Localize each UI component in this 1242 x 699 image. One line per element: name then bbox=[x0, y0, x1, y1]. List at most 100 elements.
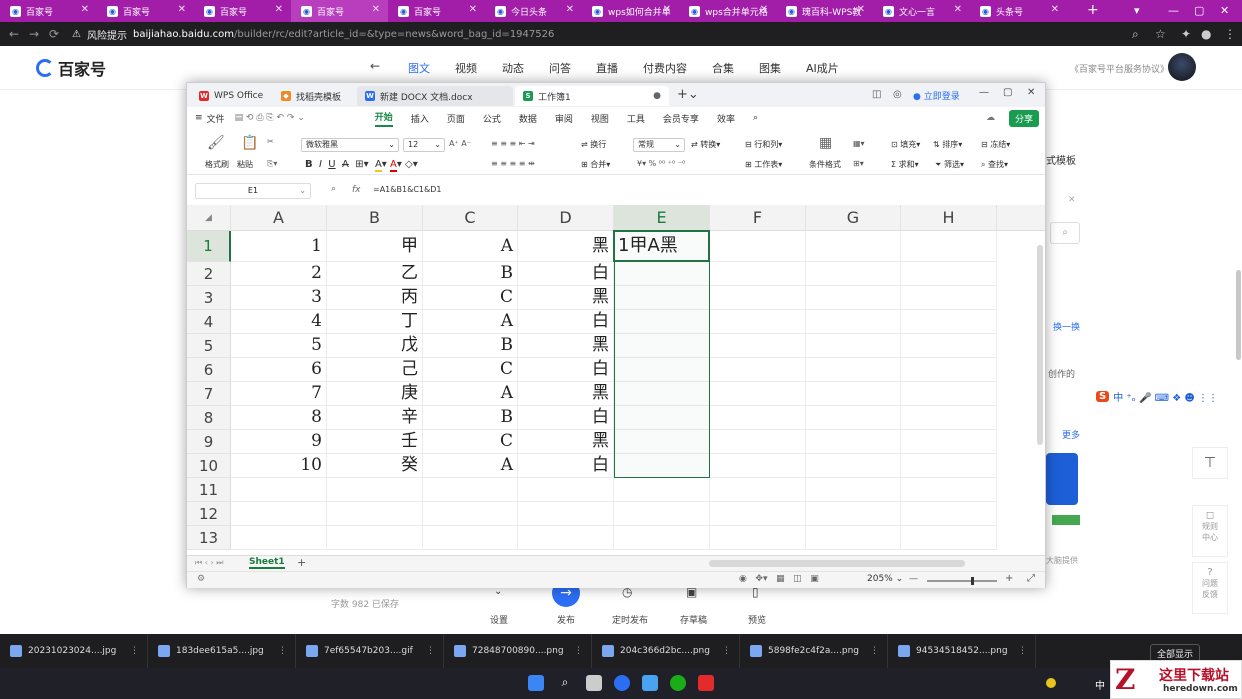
cell[interactable] bbox=[327, 502, 423, 526]
zoom-formula-icon[interactable]: ⌕ bbox=[331, 184, 336, 194]
cell[interactable] bbox=[423, 478, 518, 502]
cell[interactable]: 丙 bbox=[327, 286, 423, 310]
file-menu-icon[interactable]: ≡ bbox=[195, 113, 203, 123]
menu-icon[interactable]: ⋮ bbox=[1224, 27, 1236, 41]
download-item[interactable]: 183dee615a5....jpg ⋮ bbox=[148, 634, 296, 668]
browser-tab[interactable]: ◉ 文心一言 ✕ bbox=[873, 0, 970, 22]
name-box[interactable]: E1 ⌄ bbox=[195, 183, 311, 199]
browser-tab[interactable]: ◉ wps如何合并单 ✕ bbox=[582, 0, 679, 22]
cell[interactable] bbox=[327, 526, 423, 550]
cell[interactable]: 6 bbox=[231, 358, 327, 382]
extensions-icon[interactable]: ✦ bbox=[1181, 27, 1191, 41]
browser-tab[interactable]: ◉ 百家号 ✕ bbox=[388, 0, 485, 22]
vertical-scrollbar[interactable] bbox=[1037, 245, 1043, 445]
column-header[interactable]: D bbox=[518, 205, 614, 231]
menu-efficiency[interactable]: 效率 bbox=[717, 112, 735, 125]
worksheet-button[interactable]: ⊞ 工作表▾ bbox=[745, 159, 782, 170]
cell[interactable]: B bbox=[423, 406, 518, 430]
template-tab[interactable]: ◆ 找稻壳模板 bbox=[273, 86, 355, 106]
formula-input[interactable]: =A1&B1&C1&D1 bbox=[373, 185, 441, 194]
cell[interactable] bbox=[806, 502, 901, 526]
menu-tools[interactable]: 工具 bbox=[627, 112, 645, 125]
view-mode-icons[interactable]: ◉ ✥▾ ▦ ◫ ▣ bbox=[739, 574, 819, 584]
horizontal-scrollbar[interactable] bbox=[709, 560, 965, 567]
menu-home[interactable]: 开始 bbox=[374, 110, 393, 127]
sheet-nav-icons[interactable]: ⏮ ‹ › ⏭ bbox=[195, 558, 223, 568]
wps-maximize-icon[interactable]: ▢ bbox=[1003, 87, 1012, 98]
publish-button[interactable]: 发布 bbox=[557, 613, 575, 626]
tab-close-icon[interactable]: ✕ bbox=[566, 4, 574, 15]
back-arrow-icon[interactable]: ← bbox=[370, 59, 380, 73]
copy-icon[interactable]: ⎘▾ bbox=[267, 159, 277, 169]
tab-close-icon[interactable]: ✕ bbox=[954, 4, 962, 15]
close-window-icon[interactable]: ✕ bbox=[1220, 4, 1229, 17]
cell[interactable] bbox=[614, 382, 710, 406]
column-header[interactable]: F bbox=[710, 205, 806, 231]
cell[interactable] bbox=[231, 526, 327, 550]
cell[interactable] bbox=[614, 334, 710, 358]
add-tab-icon[interactable]: +⌄ bbox=[677, 87, 699, 102]
filter-button[interactable]: ⏷ 筛选▾ bbox=[935, 159, 964, 170]
rules-center-button[interactable]: ◻ 规则中心 bbox=[1192, 505, 1228, 557]
sum-button[interactable]: Σ 求和▾ bbox=[891, 159, 919, 170]
cell[interactable] bbox=[710, 406, 806, 430]
row-header[interactable]: 2 bbox=[187, 262, 231, 286]
cell[interactable] bbox=[901, 526, 997, 550]
cell[interactable] bbox=[806, 310, 901, 334]
cell[interactable]: 黑 bbox=[518, 231, 614, 262]
menu-review[interactable]: 审阅 bbox=[555, 112, 573, 125]
login-link[interactable]: ● 立即登录 bbox=[913, 89, 960, 102]
cell[interactable] bbox=[901, 286, 997, 310]
download-menu-icon[interactable]: ⋮ bbox=[1018, 646, 1027, 656]
cell[interactable] bbox=[614, 502, 710, 526]
cell[interactable]: 辛 bbox=[327, 406, 423, 430]
cell[interactable] bbox=[710, 286, 806, 310]
menu-data[interactable]: 数据 bbox=[519, 112, 537, 125]
tab-close-icon[interactable]: ● bbox=[653, 91, 661, 101]
row-header[interactable]: 10 bbox=[187, 454, 231, 478]
nav-item[interactable]: 视频 bbox=[455, 60, 477, 76]
zoom-out-icon[interactable]: — bbox=[909, 574, 918, 584]
row-header[interactable]: 12 bbox=[187, 502, 231, 526]
cell[interactable] bbox=[806, 286, 901, 310]
cell[interactable]: 4 bbox=[231, 310, 327, 334]
column-header[interactable]: C bbox=[423, 205, 518, 231]
browser-tab[interactable]: ◉ 瑰百科-WPS教 ✕ bbox=[776, 0, 873, 22]
font-size-select[interactable]: 12 ⌄ bbox=[403, 138, 445, 152]
cut-icon[interactable]: ✂ bbox=[267, 137, 274, 146]
cell[interactable] bbox=[710, 502, 806, 526]
tab-close-icon[interactable]: ✕ bbox=[469, 4, 477, 15]
download-menu-icon[interactable]: ⋮ bbox=[278, 646, 287, 656]
back-icon[interactable]: ← bbox=[4, 27, 24, 41]
reload-icon[interactable]: ⟳ bbox=[44, 27, 64, 41]
cell[interactable]: 2 bbox=[231, 262, 327, 286]
macro-icon[interactable]: ⚙ bbox=[197, 574, 205, 584]
column-header[interactable]: G bbox=[806, 205, 901, 231]
nav-item[interactable]: 问答 bbox=[549, 60, 571, 76]
menu-file[interactable]: 文件 bbox=[207, 112, 225, 125]
cell[interactable] bbox=[710, 478, 806, 502]
cell[interactable] bbox=[806, 454, 901, 478]
freeze-button[interactable]: ⊟ 冻结▾ bbox=[981, 139, 1010, 150]
row-header[interactable]: 6 bbox=[187, 358, 231, 382]
cell[interactable]: A bbox=[423, 310, 518, 334]
new-tab-button[interactable]: + bbox=[1087, 2, 1099, 18]
cell[interactable]: 白 bbox=[518, 406, 614, 430]
cell[interactable]: 10 bbox=[231, 454, 327, 478]
cell[interactable]: 3 bbox=[231, 286, 327, 310]
cell[interactable]: 白 bbox=[518, 454, 614, 478]
download-item[interactable]: 5898fe2c4f2a....png ⋮ bbox=[740, 634, 888, 668]
search-icon[interactable]: ⌕ bbox=[1050, 222, 1080, 244]
cell[interactable]: 己 bbox=[327, 358, 423, 382]
scroll-top-icon[interactable]: ⊤ bbox=[1192, 447, 1228, 479]
preview-button[interactable]: 预览 bbox=[748, 613, 766, 626]
nav-item[interactable]: 合集 bbox=[712, 60, 734, 76]
cell[interactable] bbox=[614, 358, 710, 382]
tab-close-icon[interactable]: ✕ bbox=[178, 4, 186, 15]
browser-tab[interactable]: ◉ 今日头条 ✕ bbox=[485, 0, 582, 22]
swap-link[interactable]: 换一换 bbox=[1053, 320, 1080, 333]
download-menu-icon[interactable]: ⋮ bbox=[130, 646, 139, 656]
wps-close-icon[interactable]: ✕ bbox=[1027, 87, 1035, 98]
cell[interactable]: 白 bbox=[518, 310, 614, 334]
cell[interactable] bbox=[518, 478, 614, 502]
